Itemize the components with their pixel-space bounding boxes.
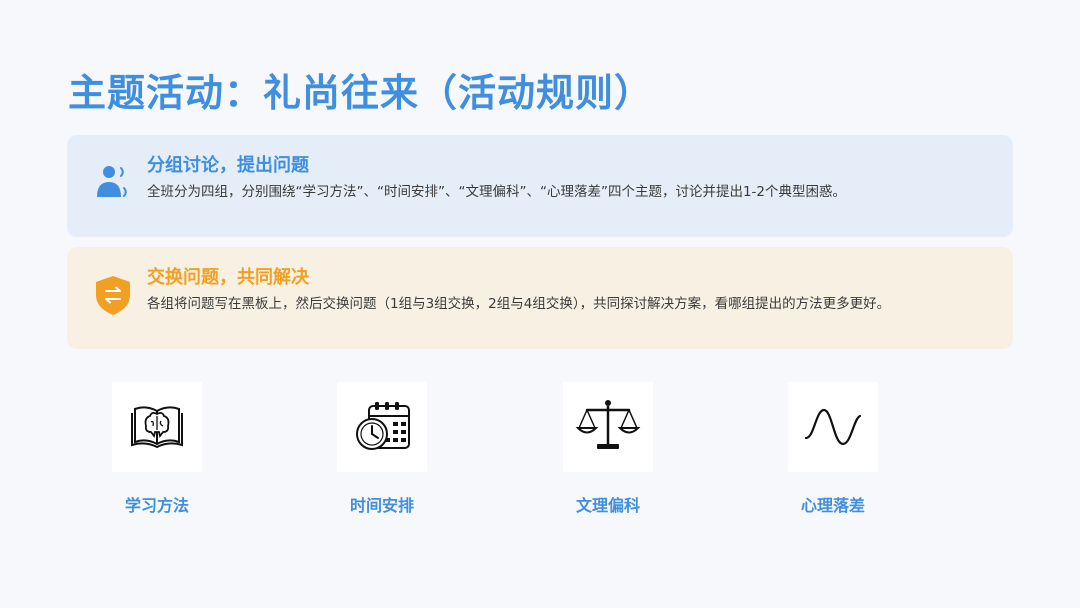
topic-label: 时间安排 bbox=[349, 496, 414, 515]
book-brain-icon bbox=[112, 382, 202, 472]
card-body: 全班分为四组，分别围绕“学习方法”、“时间安排”、“文理偏科”、“心理落差”四个… bbox=[147, 184, 846, 200]
sine-wave-icon bbox=[788, 382, 878, 472]
card-title: 分组讨论，提出问题 bbox=[147, 155, 309, 176]
topic-learning-methods: 学习方法 bbox=[67, 382, 247, 516]
topic-time-management: 时间安排 bbox=[292, 382, 472, 516]
shield-exchange-icon bbox=[93, 273, 137, 317]
topic-psychological-gap: 心理落差 bbox=[743, 382, 923, 516]
topic-subject-imbalance: 文理偏科 bbox=[518, 382, 698, 516]
person-speaking-icon bbox=[93, 161, 137, 205]
topic-label: 心理落差 bbox=[800, 496, 865, 515]
card-title: 交换问题，共同解决 bbox=[147, 267, 309, 288]
topic-label: 学习方法 bbox=[124, 496, 189, 515]
balance-scale-icon bbox=[563, 382, 653, 472]
rule-card-exchange: 交换问题，共同解决 各组将问题写在黑板上，然后交换问题（1组与3组交换，2组与4… bbox=[67, 247, 1013, 349]
card-body: 各组将问题写在黑板上，然后交换问题（1组与3组交换，2组与4组交换），共同探讨解… bbox=[147, 296, 891, 312]
page-title: 主题活动：礼尚往来（活动规则） bbox=[68, 71, 654, 115]
rule-card-discuss: 分组讨论，提出问题 全班分为四组，分别围绕“学习方法”、“时间安排”、“文理偏科… bbox=[67, 135, 1013, 237]
topic-label: 文理偏科 bbox=[575, 496, 640, 515]
clock-calendar-icon bbox=[337, 382, 427, 472]
